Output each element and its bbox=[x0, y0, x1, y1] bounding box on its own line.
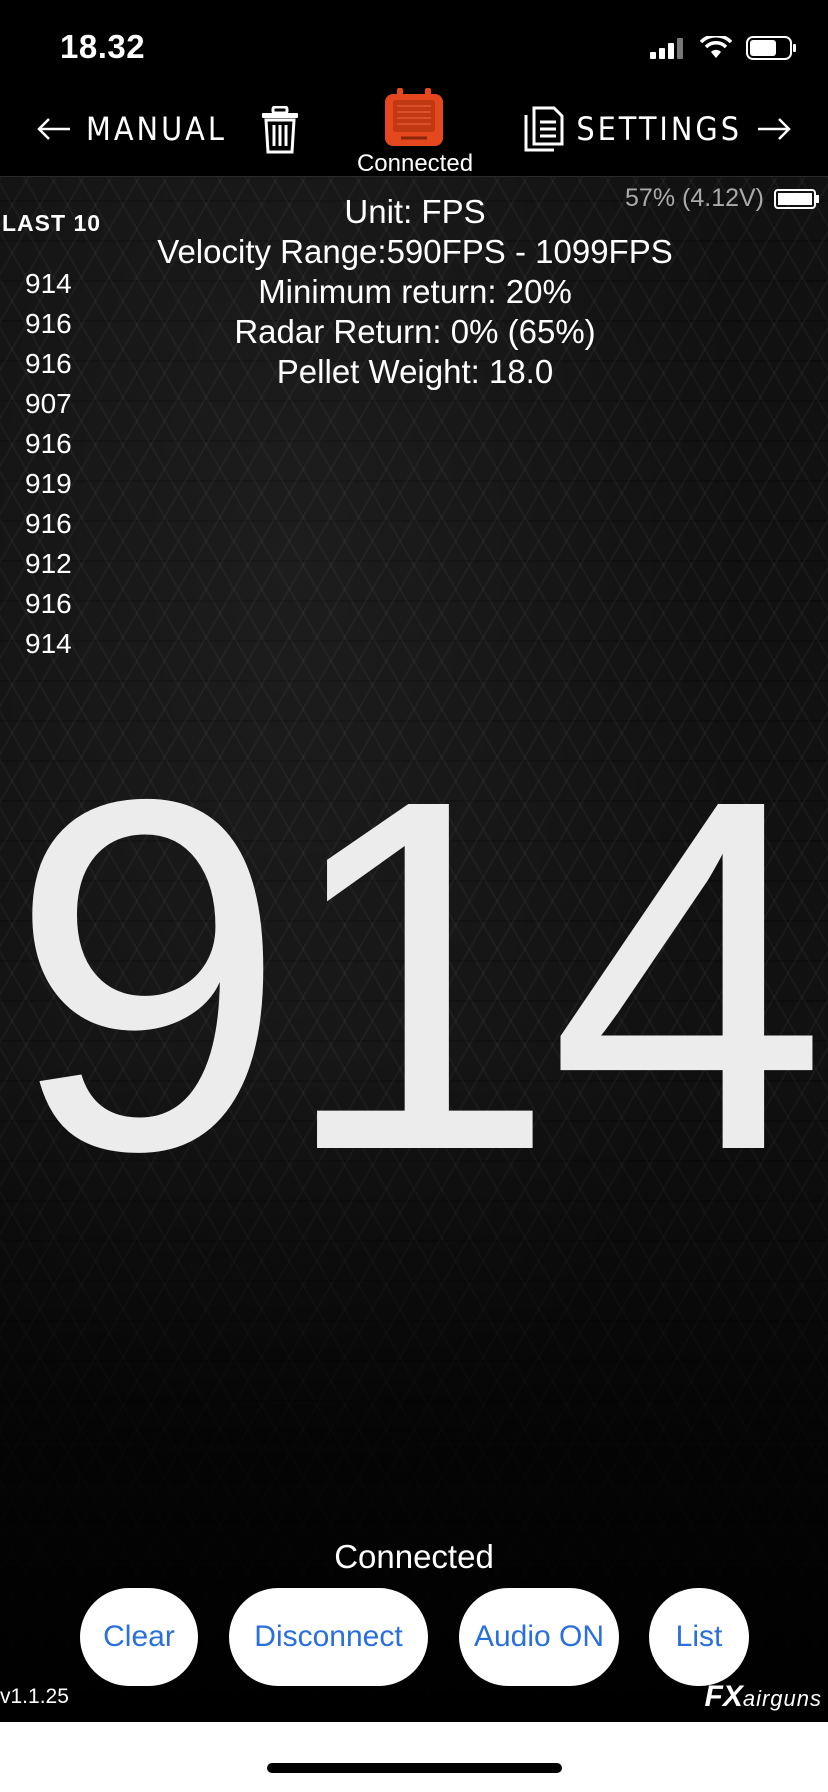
device-battery-icon bbox=[774, 188, 819, 209]
device-status-label: Connected bbox=[356, 150, 474, 177]
connection-status: Connected bbox=[334, 1538, 494, 1575]
disconnect-button[interactable]: Disconnect bbox=[229, 1588, 428, 1686]
home-area bbox=[0, 1722, 828, 1792]
shot-value: 914 bbox=[25, 628, 72, 659]
info-block: Unit: FPS Velocity Range:590FPS - 1099FP… bbox=[120, 192, 710, 392]
arrow-left-icon bbox=[37, 118, 70, 140]
shot-value: 919 bbox=[25, 468, 72, 499]
brand-fx: FX bbox=[704, 1680, 743, 1713]
brand-airguns: airguns bbox=[742, 1686, 822, 1711]
arrow-right-icon bbox=[758, 118, 791, 140]
minimum-return-line: Minimum return: 20% bbox=[258, 273, 572, 310]
manual-nav-button[interactable]: MANUAL bbox=[36, 110, 227, 148]
settings-label: SETTINGS bbox=[576, 110, 742, 148]
brand-logo: FXairguns bbox=[705, 1680, 823, 1714]
shot-value: 916 bbox=[25, 588, 72, 619]
audio-toggle-button[interactable]: Audio ON bbox=[459, 1588, 619, 1686]
shot-value: 916 bbox=[25, 428, 72, 459]
shot-value: 916 bbox=[25, 348, 72, 379]
document-button[interactable] bbox=[524, 106, 564, 157]
trash-button[interactable] bbox=[260, 105, 300, 159]
shot-value: 916 bbox=[25, 308, 72, 339]
settings-nav-button[interactable]: SETTINGS bbox=[576, 110, 792, 148]
manual-label: MANUAL bbox=[86, 110, 227, 148]
shot-value: 914 bbox=[25, 268, 72, 299]
list-button[interactable]: List bbox=[649, 1588, 749, 1686]
version-label: v1.1.25 bbox=[0, 1685, 69, 1708]
shot-value: 912 bbox=[25, 548, 72, 579]
device-battery-status: 57% (4.12V) bbox=[625, 184, 820, 213]
home-indicator[interactable] bbox=[267, 1763, 562, 1773]
shot-value: 907 bbox=[25, 388, 72, 419]
signal-icon bbox=[650, 38, 683, 59]
battery-icon bbox=[746, 36, 796, 60]
velocity-range-line: Velocity Range:590FPS - 1099FPS bbox=[157, 233, 673, 270]
pellet-weight-line: Pellet Weight: 18.0 bbox=[276, 353, 554, 390]
velocity-reading: 914 bbox=[8, 695, 827, 1254]
radar-return-line: Radar Return: 0% (65%) bbox=[234, 313, 596, 350]
clear-button[interactable]: Clear bbox=[80, 1588, 198, 1686]
chronograph-device-icon[interactable] bbox=[383, 88, 445, 153]
last10-list: 914 916 916 907 916 919 916 912 916 914 bbox=[25, 264, 72, 664]
status-time: 18.32 bbox=[60, 28, 146, 65]
document-icon bbox=[524, 106, 564, 152]
wifi-icon bbox=[700, 36, 732, 58]
trash-icon bbox=[262, 105, 298, 154]
status-icons bbox=[650, 36, 798, 60]
device-battery-text: 57% (4.12V) bbox=[625, 184, 764, 212]
shot-value: 916 bbox=[25, 508, 72, 539]
unit-line: Unit: FPS bbox=[344, 193, 486, 230]
last10-title: LAST 10 bbox=[2, 210, 102, 236]
